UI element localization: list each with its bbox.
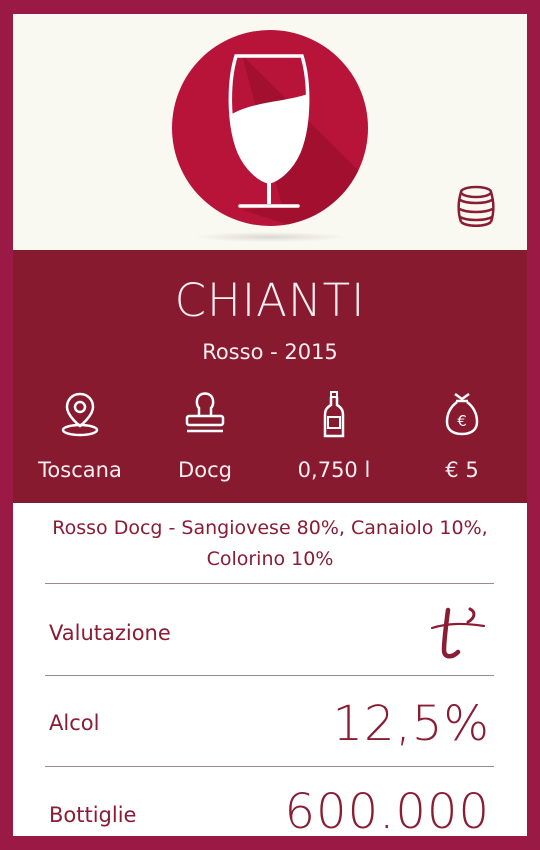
- wine-subtitle: Rosso - 2015: [202, 340, 338, 364]
- location-pin-icon: [61, 392, 99, 437]
- wine-description: Rosso Docg - Sangiovese 80%, Canaiolo 10…: [52, 517, 488, 570]
- badge-shadow: [194, 232, 346, 242]
- rating-logo-icon[interactable]: [428, 606, 490, 664]
- spec-volume: 0,750 l: [270, 390, 398, 482]
- spec-price-value: € 5: [445, 458, 479, 482]
- alcohol-value: 12,5%: [332, 696, 490, 752]
- svg-text:€: €: [457, 412, 467, 430]
- spec-denomination-value: Docg: [178, 458, 232, 482]
- bottles-value: 600.000: [284, 784, 490, 836]
- spec-denomination: Docg: [141, 390, 269, 482]
- spec-region-value: Toscana: [38, 458, 122, 482]
- divider: [45, 766, 494, 767]
- wine-glass-icon: [228, 54, 368, 226]
- hero-area: [13, 14, 527, 250]
- money-bag-icon: €: [445, 392, 479, 436]
- wine-info-band: CHIANTI Rosso - 2015 Toscana Docg 0,750 …: [13, 250, 527, 503]
- bottle-icon: [323, 391, 345, 438]
- alcohol-label: Alcol: [49, 711, 100, 735]
- barrel-icon[interactable]: [457, 185, 495, 229]
- spec-volume-value: 0,750 l: [297, 458, 371, 482]
- app-frame: CHIANTI Rosso - 2015 Toscana Docg 0,750 …: [13, 14, 527, 836]
- wine-name: CHIANTI: [174, 274, 366, 327]
- divider: [45, 675, 494, 676]
- rating-label: Valutazione: [49, 621, 171, 645]
- stamp-icon: [185, 392, 225, 433]
- wine-glass-badge: [172, 30, 368, 226]
- bottles-label: Bottiglie: [49, 803, 137, 827]
- spec-region: Toscana: [16, 390, 144, 482]
- divider: [45, 583, 494, 584]
- spec-price: € € 5: [398, 390, 526, 482]
